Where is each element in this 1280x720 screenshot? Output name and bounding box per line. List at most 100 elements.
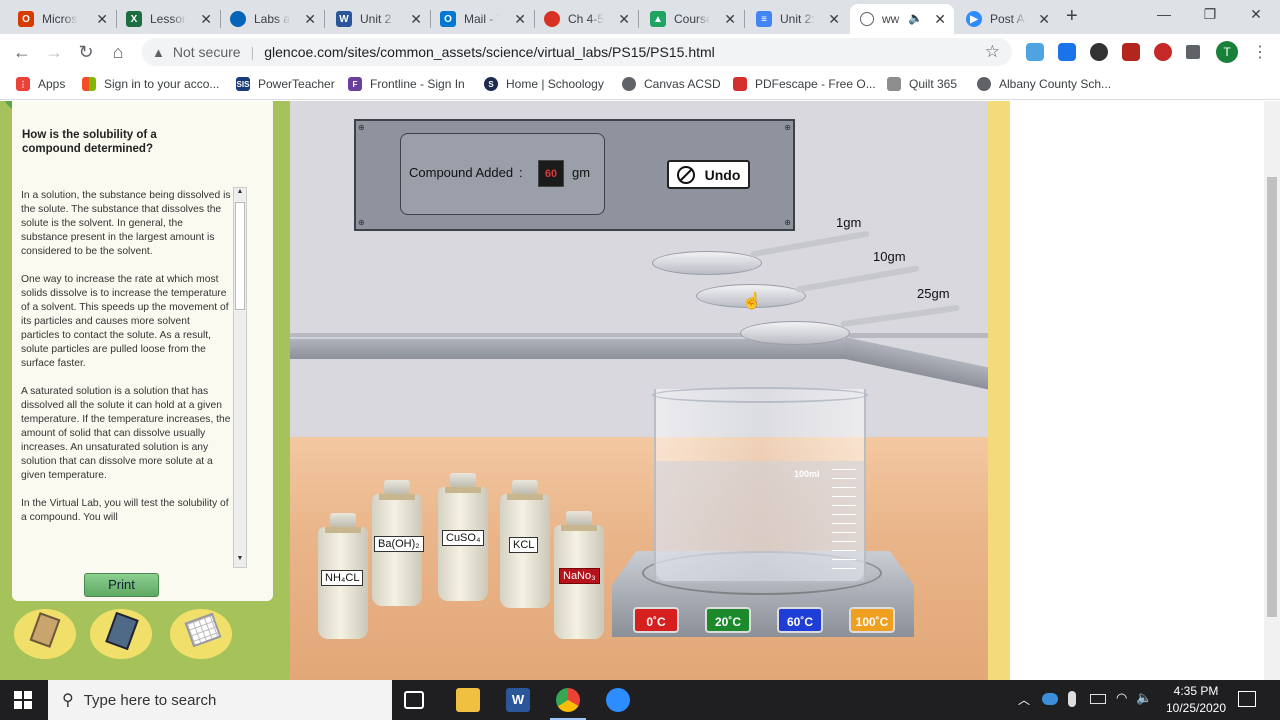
extension-3-icon[interactable]	[1090, 43, 1108, 61]
spoon-handle	[750, 230, 870, 258]
tab-4[interactable]: O Mail - T ✕	[430, 4, 534, 34]
bookmark-pdfescape[interactable]: PDFescape - Free O...	[733, 77, 876, 91]
word-icon[interactable]: W	[506, 688, 530, 712]
menu-kebab-icon[interactable]: ⋮	[1252, 42, 1268, 62]
print-button[interactable]: Print	[84, 573, 159, 597]
bookmark-label: PowerTeacher	[258, 77, 335, 91]
beaker-scale	[832, 469, 856, 569]
lab-text[interactable]: In a solution, the substance being disso…	[21, 189, 231, 565]
windows-start-icon[interactable]	[14, 691, 32, 709]
bookmark-powerteacher[interactable]: SIS PowerTeacher	[236, 77, 335, 91]
spoon-25gm[interactable]	[740, 321, 850, 345]
temp-100c-button[interactable]: 100˚C	[849, 607, 895, 633]
tab-8-active[interactable]: ww 🔈 ✕	[850, 4, 954, 34]
bookmark-label: Albany County Sch...	[999, 77, 1112, 91]
tab-title: ww	[882, 12, 900, 26]
microphone-icon[interactable]	[1068, 691, 1076, 707]
chevron-up-icon[interactable]: ︿	[1018, 691, 1030, 708]
extension-5-icon[interactable]	[1154, 43, 1172, 61]
battery-icon[interactable]	[1090, 694, 1106, 704]
spoon-handle	[840, 304, 960, 328]
reload-icon[interactable]: ↻	[76, 42, 96, 62]
bookmark-microsoft[interactable]: Sign in to your acco...	[82, 77, 219, 91]
acrobat-icon[interactable]	[1122, 43, 1140, 61]
minimize-icon[interactable]: —	[1144, 6, 1184, 22]
clock-time: 4:35 PM	[1173, 684, 1219, 698]
tab-6[interactable]: ▲ Course ✕	[640, 4, 744, 34]
onedrive-icon[interactable]	[1042, 693, 1058, 705]
bookmark-albany[interactable]: Albany County Sch...	[977, 77, 1111, 91]
chrome-icon[interactable]	[556, 688, 580, 712]
tab-7[interactable]: ≡ Unit 2: V ✕	[746, 4, 848, 34]
scroll-down-icon[interactable]: ▼	[235, 555, 245, 567]
close-icon[interactable]: ✕	[514, 11, 526, 28]
zoom-icon: ▶	[966, 11, 982, 27]
spoon-1gm[interactable]	[652, 251, 762, 275]
temp-60c-button[interactable]: 60˚C	[777, 607, 823, 633]
close-icon[interactable]: ✕	[200, 11, 212, 28]
paragraph: In the Virtual Lab, you will test the so…	[21, 498, 229, 523]
zoom-icon[interactable]	[606, 688, 630, 712]
puzzle-icon[interactable]	[1186, 45, 1200, 59]
bookmark-canvas[interactable]: Canvas ACSD	[622, 77, 721, 91]
close-icon[interactable]: ✕	[934, 11, 946, 28]
forward-icon[interactable]: →	[44, 42, 64, 62]
bookmark-label: Sign in to your acco...	[104, 77, 220, 91]
extension-2-icon[interactable]	[1058, 43, 1076, 61]
taskbar-search[interactable]: ⚲ Type here to search	[48, 680, 392, 720]
bookmark-apps[interactable]: ⋮ Apps	[16, 77, 65, 91]
close-icon[interactable]: ✕	[724, 11, 736, 28]
tab-1[interactable]: X Lesson ✕	[116, 4, 220, 34]
calculator-icon[interactable]	[90, 609, 152, 659]
bookmark-label: PDFescape - Free O...	[755, 77, 876, 91]
close-icon[interactable]: ✕	[304, 11, 316, 28]
temp-0c-button[interactable]: 0˚C	[633, 607, 679, 633]
tab-9[interactable]: ▶ Post At ✕	[956, 4, 1058, 34]
task-view-icon[interactable]	[404, 691, 424, 709]
new-tab-button[interactable]: +	[1066, 5, 1078, 28]
clipboard-icon[interactable]	[14, 609, 76, 659]
text-scrollbar[interactable]: ▲ ▼	[233, 187, 247, 568]
tab-title: Post At	[990, 12, 1026, 26]
close-icon[interactable]: ✕	[828, 11, 840, 28]
restore-icon[interactable]: ❐	[1190, 6, 1230, 23]
page-scroll-thumb[interactable]	[1267, 177, 1277, 617]
scroll-up-icon[interactable]: ▲	[235, 188, 245, 200]
volume-icon[interactable]: 🔈	[1136, 690, 1152, 706]
bookmark-frontline[interactable]: F Frontline - Sign In	[348, 77, 465, 91]
jar-label-nano3: NaNo₃	[559, 568, 600, 584]
close-icon[interactable]: ✕	[410, 11, 422, 28]
profile-avatar[interactable]: T	[1216, 41, 1238, 63]
bookmark-star-icon[interactable]: ☆	[985, 42, 1000, 62]
close-icon[interactable]: ✕	[1038, 11, 1050, 28]
tab-3[interactable]: W Unit 2 S ✕	[326, 4, 430, 34]
home-icon[interactable]: ⌂	[108, 42, 128, 62]
tab-0[interactable]: O Micros ✕	[8, 4, 116, 34]
close-window-icon[interactable]: ✕	[1236, 6, 1276, 23]
bookmark-quilt[interactable]: Quilt 365	[887, 77, 957, 91]
temp-20c-button[interactable]: 20˚C	[705, 607, 751, 633]
lab-edge	[988, 101, 1010, 680]
office-icon: O	[18, 11, 34, 27]
bookmark-schoology[interactable]: S Home | Schoology	[484, 77, 604, 91]
undo-button[interactable]: Undo	[667, 160, 750, 189]
page-scrollbar[interactable]	[1264, 101, 1280, 680]
taskbar-clock[interactable]: 4:35 PM 10/25/2020	[1158, 683, 1234, 717]
tab-title: Unit 2: V	[780, 12, 816, 26]
table-icon[interactable]	[170, 609, 232, 659]
close-icon[interactable]: ✕	[618, 11, 630, 28]
close-icon[interactable]: ✕	[96, 11, 108, 28]
tab-2[interactable]: Labs an ✕	[220, 4, 324, 34]
schoology-icon: S	[484, 77, 498, 91]
scroll-thumb[interactable]	[235, 202, 245, 310]
tab-5[interactable]: Ch 4-5 ✕	[534, 4, 638, 34]
notification-icon[interactable]	[1238, 691, 1256, 707]
speaker-icon[interactable]: 🔈	[908, 11, 923, 25]
bookmark-label: Home | Schoology	[506, 77, 604, 91]
wifi-icon[interactable]: ◠	[1116, 690, 1127, 706]
extension-1-icon[interactable]	[1026, 43, 1044, 61]
back-icon[interactable]: ←	[12, 42, 32, 62]
address-bar[interactable]: ▲ Not secure | glencoe.com/sites/common_…	[142, 38, 1012, 66]
microsoft-icon	[82, 77, 96, 91]
file-explorer-icon[interactable]	[456, 688, 480, 712]
